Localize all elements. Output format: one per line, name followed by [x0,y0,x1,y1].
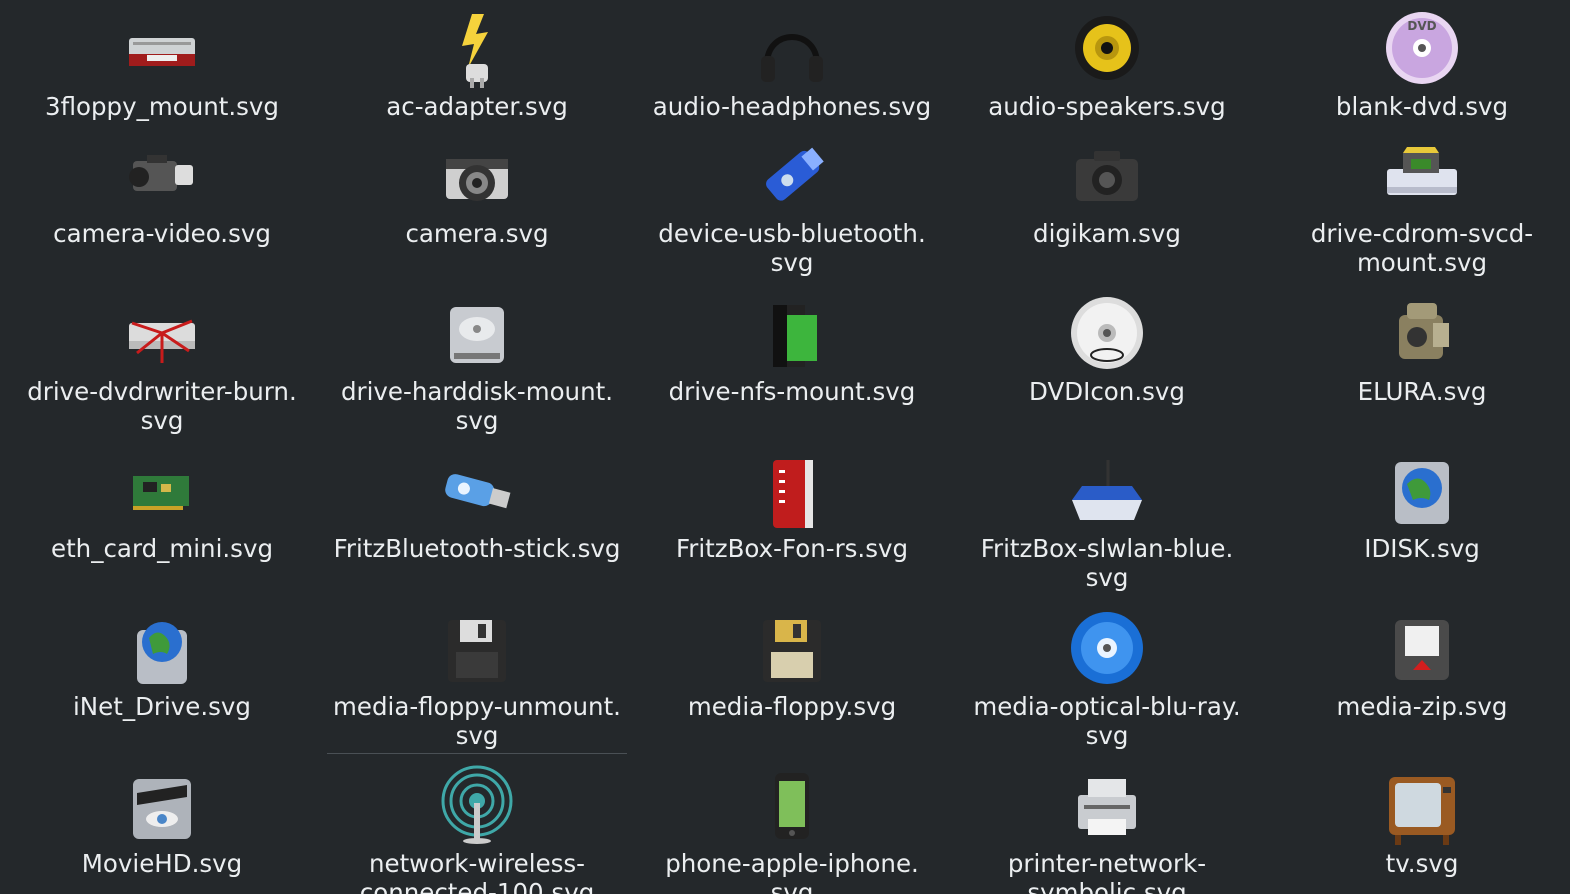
file-name-label: DVDIcon.svg [1029,377,1185,406]
file-name-label: printer-network- symbolic.svg [1007,849,1207,894]
icon-grid: 3floppy_mount.svg ac-adapter.svg audio-hea… [0,0,1570,894]
file-item[interactable]: eth_card_mini.svg [12,450,312,563]
file-name-label: FritzBox-slwlan-blue. svg [980,534,1234,592]
floppy-drive-icon [117,8,207,88]
wlan-router-icon [1062,450,1152,530]
network-drive-icon [747,293,837,373]
file-name-label: camera-video.svg [53,219,271,248]
file-item[interactable]: audio-headphones.svg [642,8,942,121]
movie-hd-icon [117,765,207,845]
file-name-label: media-floppy-unmount. svg [333,692,621,750]
dvd-disc-icon: DVD [1377,8,1467,88]
file-item[interactable]: network-wireless- connected-100.svg [327,765,627,894]
camcorder-icon [1377,293,1467,373]
file-item[interactable]: camera.svg [327,135,627,248]
file-name-label: FritzBluetooth-stick.svg [333,534,621,563]
file-name-label: ac-adapter.svg [386,92,568,121]
file-name-label: network-wireless- connected-100.svg [359,849,595,894]
camera-icon [432,135,522,215]
file-name-label: eth_card_mini.svg [51,534,273,563]
file-item[interactable]: FritzBluetooth-stick.svg [327,450,627,563]
file-item[interactable]: drive-nfs-mount.svg [642,293,942,406]
network-card-icon [117,450,207,530]
tv-icon [1377,765,1467,845]
dvd-icon [1062,293,1152,373]
file-item[interactable]: printer-network- symbolic.svg [957,765,1257,894]
file-item[interactable]: media-floppy-unmount. svg [327,608,627,754]
usb-bluetooth-icon [747,135,837,215]
video-camera-icon [117,135,207,215]
file-name-label: IDISK.svg [1364,534,1480,563]
file-name-label: audio-speakers.svg [988,92,1226,121]
file-item[interactable]: DVDIcon.svg [957,293,1257,406]
wireless-antenna-icon [432,765,522,845]
file-item[interactable]: iNet_Drive.svg [12,608,312,721]
floppy-disk-gold-icon [747,608,837,688]
file-name-label: audio-headphones.svg [652,92,932,121]
file-item[interactable]: digikam.svg [957,135,1257,248]
iphone-icon [747,765,837,845]
file-name-label: tv.svg [1385,849,1459,878]
bluetooth-stick-icon [432,450,522,530]
file-name-label: camera.svg [405,219,549,248]
dvd-burner-icon [117,293,207,373]
file-name-label: iNet_Drive.svg [73,692,251,721]
blu-ray-icon [1062,608,1152,688]
zip-disk-icon [1377,608,1467,688]
file-item[interactable]: drive-dvdrwriter-burn. svg [12,293,312,435]
cdrom-drive-icon [1377,135,1467,215]
file-item[interactable]: audio-speakers.svg [957,8,1257,121]
file-name-label: media-optical-blu-ray. svg [973,692,1241,750]
file-name-label: drive-dvdrwriter-burn. svg [27,377,297,435]
file-item[interactable]: ac-adapter.svg [327,8,627,121]
inet-drive-icon [117,608,207,688]
svg-text:DVD: DVD [1407,19,1436,33]
file-item[interactable]: device-usb-bluetooth. svg [642,135,942,277]
speaker-icon [1062,8,1152,88]
file-item[interactable]: camera-video.svg [12,135,312,248]
idisk-globe-icon [1377,450,1467,530]
file-name-label: blank-dvd.svg [1335,92,1509,121]
digital-camera-icon [1062,135,1152,215]
file-name-label: drive-harddisk-mount. svg [340,377,614,435]
harddisk-icon [432,293,522,373]
file-item[interactable]: media-optical-blu-ray. svg [957,608,1257,750]
file-item[interactable]: media-floppy.svg [642,608,942,721]
file-name-label: digikam.svg [1033,219,1181,248]
file-name-label: media-zip.svg [1336,692,1508,721]
file-name-label: FritzBox-Fon-rs.svg [675,534,909,563]
router-icon [747,450,837,530]
file-item[interactable]: FritzBox-Fon-rs.svg [642,450,942,563]
file-name-label: media-floppy.svg [687,692,897,721]
file-item[interactable]: FritzBox-slwlan-blue. svg [957,450,1257,592]
file-item[interactable]: media-zip.svg [1272,608,1570,721]
file-name-label: MovieHD.svg [81,849,243,878]
file-item[interactable]: tv.svg [1272,765,1570,878]
file-item[interactable]: ELURA.svg [1272,293,1570,406]
file-item[interactable]: DVD blank-dvd.svg [1272,8,1570,121]
file-name-label: 3floppy_mount.svg [45,92,279,121]
file-item[interactable]: drive-cdrom-svcd- mount.svg [1272,135,1570,277]
printer-icon [1062,765,1152,845]
file-name-label: drive-cdrom-svcd- mount.svg [1310,219,1534,277]
floppy-disk-icon [432,608,522,688]
file-item[interactable]: drive-harddisk-mount. svg [327,293,627,435]
file-name-label: drive-nfs-mount.svg [668,377,916,406]
file-item[interactable]: 3floppy_mount.svg [12,8,312,121]
file-name-label: phone-apple-iphone. svg [665,849,919,894]
headphones-icon [747,8,837,88]
file-item[interactable]: phone-apple-iphone. svg [642,765,942,894]
ac-adapter-icon [432,8,522,88]
file-name-label: ELURA.svg [1357,377,1487,406]
file-item[interactable]: IDISK.svg [1272,450,1570,563]
file-item[interactable]: MovieHD.svg [12,765,312,878]
file-name-label: device-usb-bluetooth. svg [658,219,926,277]
